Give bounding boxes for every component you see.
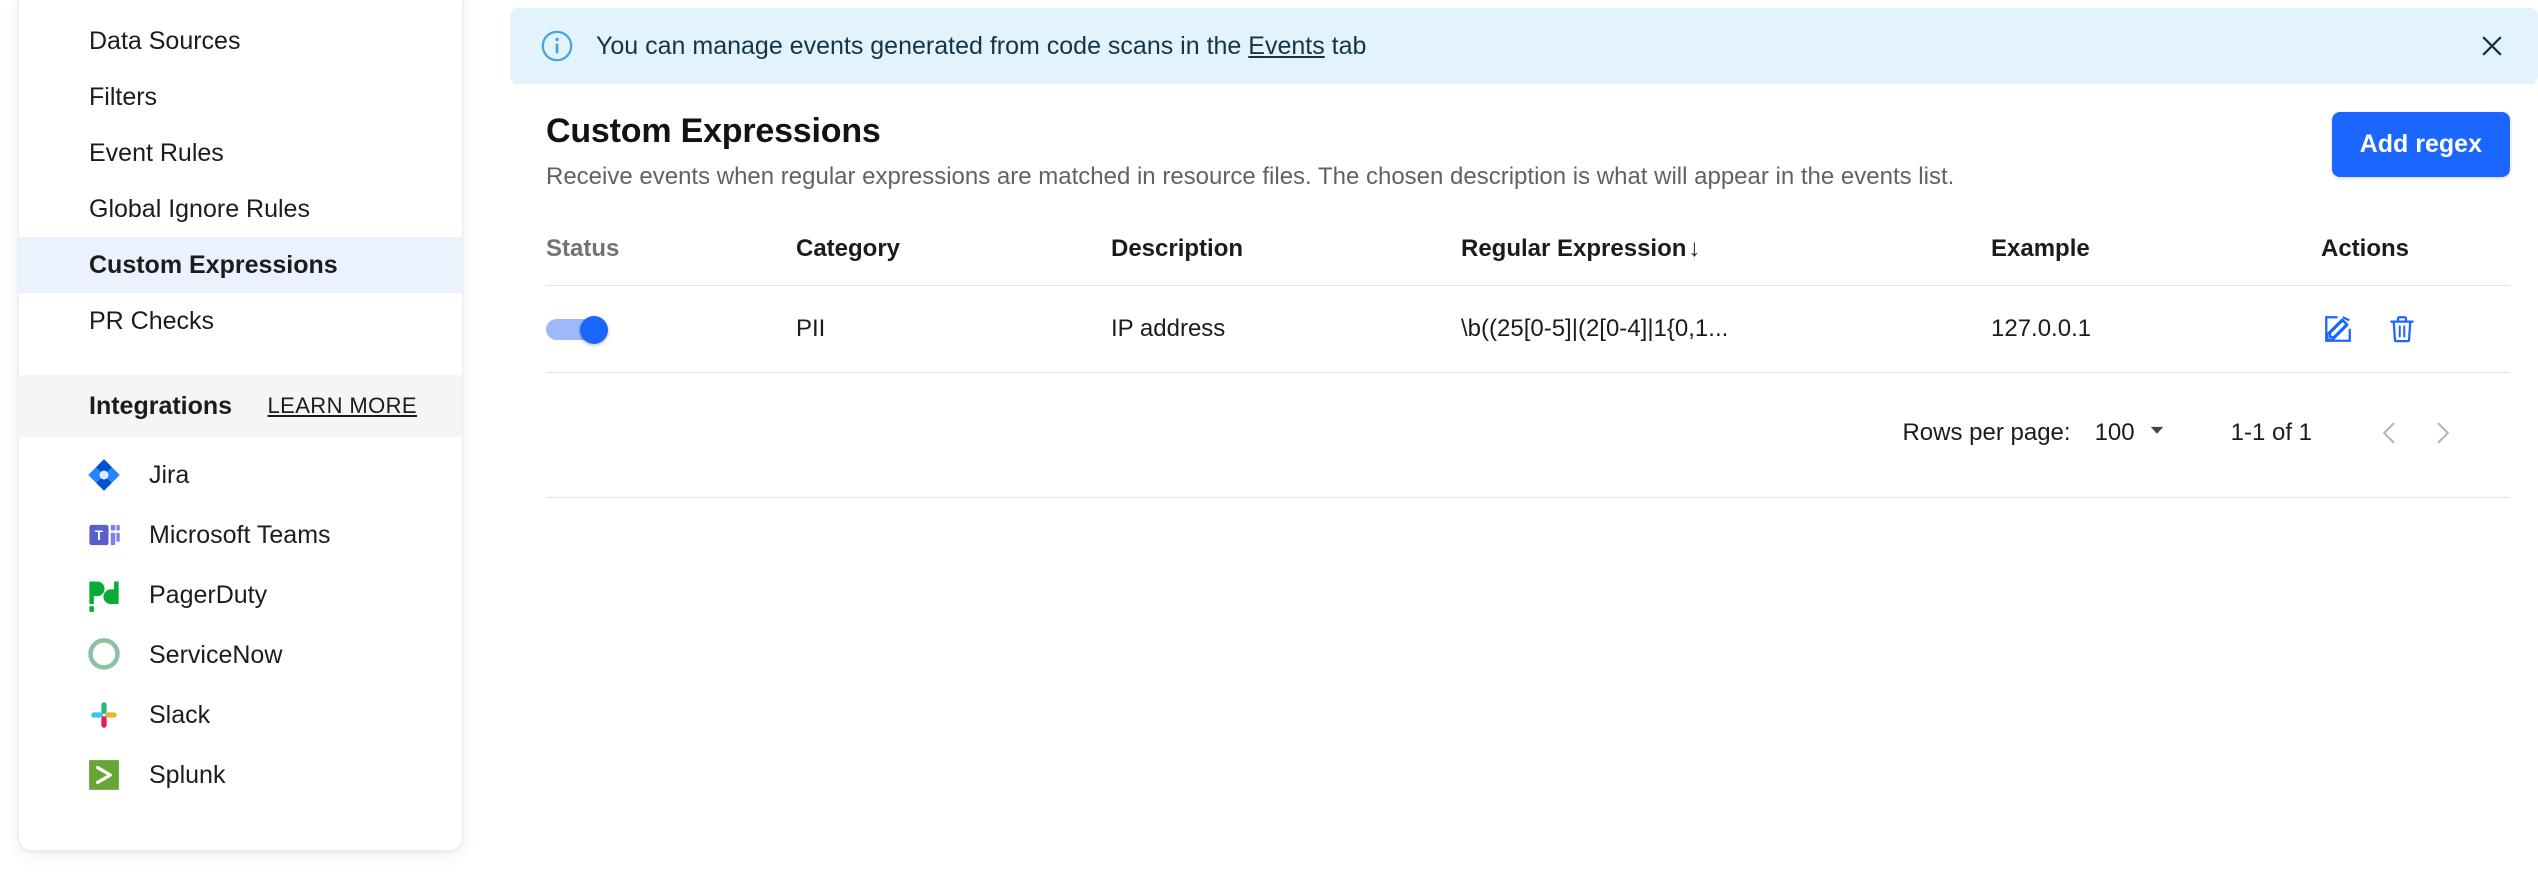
integration-label: Splunk — [149, 760, 226, 789]
column-header-regular-expression[interactable]: Regular Expression↓ — [1461, 235, 1991, 286]
integration-item-servicenow[interactable]: ServiceNow — [19, 625, 462, 685]
table-row: PII IP address \b((25[0-5]|(2[0-4]|1{0,1… — [546, 285, 2510, 373]
page-title: Custom Expressions — [546, 112, 881, 150]
column-header-example[interactable]: Example — [1991, 235, 2321, 286]
status-toggle[interactable] — [546, 316, 608, 344]
integration-item-jira[interactable]: Jira — [19, 445, 462, 505]
cell-status — [546, 285, 796, 373]
sidebar: Data Sources Filters Event Rules Global … — [18, 0, 463, 851]
rows-per-page-select[interactable]: 100 — [2095, 419, 2167, 447]
rows-per-page-value: 100 — [2094, 419, 2135, 446]
sort-descending-icon[interactable]: ↓ — [1688, 235, 1700, 263]
learn-more-link[interactable]: LEARN MORE — [268, 393, 417, 419]
pagination-controls: Rows per page: 100 1-1 of 1 — [546, 373, 2510, 459]
integration-label: Slack — [149, 700, 211, 729]
sidebar-item-data-sources[interactable]: Data Sources — [19, 13, 462, 69]
column-label: Category — [796, 235, 901, 262]
sidebar-item-label: Global Ignore Rules — [89, 194, 310, 223]
column-label: Status — [546, 235, 620, 262]
table-head: Status Category Description Regular Expr… — [546, 235, 2510, 286]
page-subtitle: Receive events when regular expressions … — [546, 163, 1955, 190]
integration-label: PagerDuty — [149, 580, 268, 609]
sidebar-item-pr-checks[interactable]: PR Checks — [19, 293, 462, 349]
events-tab-link[interactable]: Events — [1248, 32, 1324, 60]
integration-item-slack[interactable]: Slack — [19, 685, 462, 745]
microsoft-teams-icon: T — [85, 516, 123, 554]
row-actions — [2321, 312, 2510, 346]
splunk-icon — [85, 756, 123, 794]
sidebar-item-custom-expressions[interactable]: Custom Expressions — [19, 237, 462, 293]
pagerduty-icon — [85, 576, 123, 614]
cell-example: 127.0.0.1 — [1991, 285, 2321, 373]
column-label: Example — [1991, 235, 2090, 262]
column-header-description[interactable]: Description — [1111, 235, 1461, 286]
add-regex-button[interactable]: Add regex — [2331, 112, 2510, 177]
table-footer-divider — [546, 497, 2510, 498]
cell-category: PII — [796, 285, 1111, 373]
edit-icon[interactable] — [2321, 312, 2355, 346]
banner-message: You can manage events generated from cod… — [596, 32, 1366, 61]
sidebar-item-event-rules[interactable]: Event Rules — [19, 125, 462, 181]
jira-icon — [85, 456, 123, 494]
column-header-category[interactable]: Category — [796, 235, 1111, 286]
column-header-status[interactable]: Status — [546, 235, 796, 286]
pagination-range-label: 1-1 of 1 — [2230, 419, 2312, 446]
integration-item-microsoft-teams[interactable]: T Microsoft Teams — [19, 505, 462, 565]
custom-expressions-table-container: Status Category Description Regular Expr… — [510, 235, 2538, 459]
column-label: Regular Expression — [1461, 235, 1687, 262]
sidebar-item-filters[interactable]: Filters — [19, 69, 462, 125]
sidebar-item-label: Custom Expressions — [89, 250, 338, 279]
sidebar-item-label: PR Checks — [89, 306, 215, 335]
column-label: Description — [1111, 235, 1244, 262]
table-header-row: Status Category Description Regular Expr… — [546, 235, 2510, 286]
integrations-title: Integrations — [89, 391, 233, 420]
sidebar-item-global-ignore-rules[interactable]: Global Ignore Rules — [19, 181, 462, 237]
sidebar-item-label: Data Sources — [89, 26, 241, 55]
custom-expressions-table: Status Category Description Regular Expr… — [546, 235, 2510, 373]
info-banner: You can manage events generated from cod… — [510, 8, 2538, 84]
rows-per-page-label: Rows per page: — [1902, 419, 2071, 446]
slack-icon — [85, 696, 123, 734]
app-root: Data Sources Filters Event Rules Global … — [0, 0, 2538, 892]
sidebar-nav: Data Sources Filters Event Rules Global … — [19, 13, 462, 349]
chevron-right-icon[interactable] — [2416, 407, 2468, 459]
chevron-left-icon[interactable] — [2364, 407, 2416, 459]
sidebar-item-label: Event Rules — [89, 138, 224, 167]
banner-text-after: tab — [1324, 31, 1367, 60]
page-header: Custom Expressions Receive events when r… — [510, 84, 2538, 191]
sidebar-item-label: Filters — [89, 82, 158, 111]
integration-label: Jira — [149, 460, 190, 489]
column-header-actions: Actions — [2321, 235, 2510, 286]
cell-regular-expression: \b((25[0-5]|(2[0-4]|1{0,1... — [1461, 285, 1991, 373]
info-circle-icon — [540, 29, 574, 63]
integration-label: Microsoft Teams — [149, 520, 331, 549]
banner-text-before: You can manage events generated from cod… — [596, 31, 1249, 60]
svg-text:T: T — [95, 528, 104, 543]
cell-description: IP address — [1111, 285, 1461, 373]
integration-item-splunk[interactable]: Splunk — [19, 745, 462, 805]
table-body: PII IP address \b((25[0-5]|(2[0-4]|1{0,1… — [546, 285, 2510, 373]
main-content: You can manage events generated from cod… — [510, 0, 2538, 892]
delete-icon[interactable] — [2385, 312, 2419, 346]
integration-item-pagerduty[interactable]: PagerDuty — [19, 565, 462, 625]
toggle-thumb — [580, 316, 608, 344]
integration-label: ServiceNow — [149, 640, 283, 669]
integrations-section-header: Integrations LEARN MORE — [19, 375, 462, 437]
integrations-list: Jira T Microsoft Teams PagerDuty Service… — [19, 437, 462, 805]
cell-actions — [2321, 285, 2510, 373]
chevron-down-icon — [2147, 419, 2167, 447]
servicenow-icon — [85, 636, 123, 674]
close-icon[interactable] — [2474, 28, 2510, 64]
column-label: Actions — [2321, 235, 2410, 262]
page-header-text: Custom Expressions Receive events when r… — [546, 112, 1954, 191]
